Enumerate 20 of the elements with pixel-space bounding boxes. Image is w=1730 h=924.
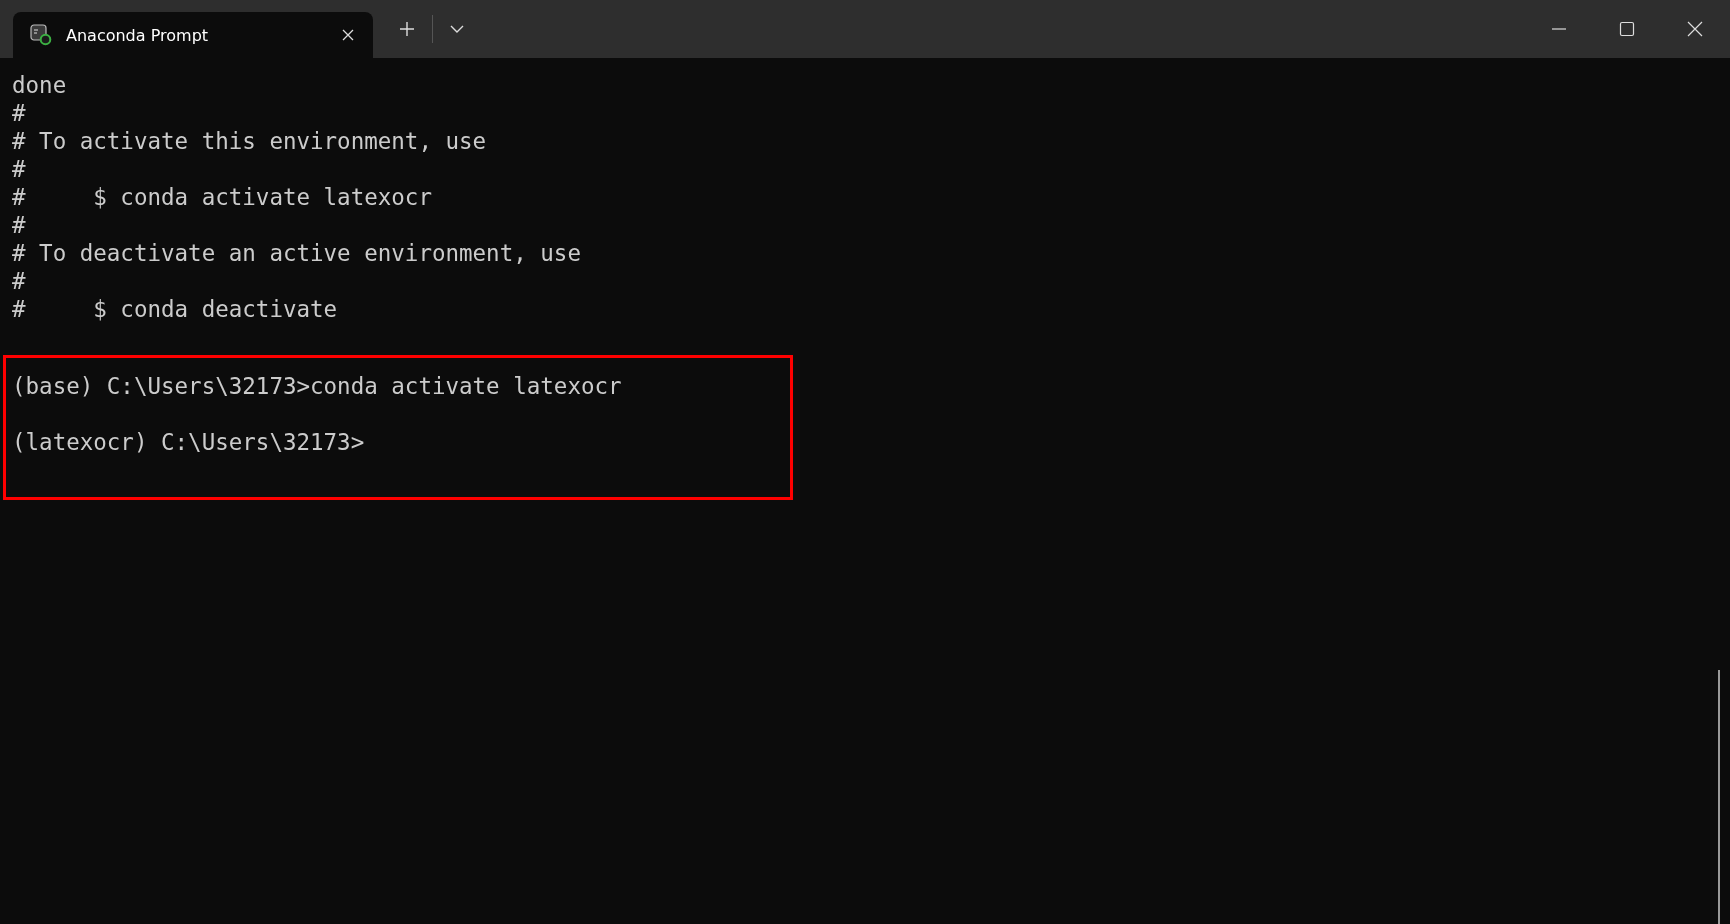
terminal-line: (latexocr) C:\Users\32173> [12, 427, 365, 456]
close-icon[interactable] [1687, 21, 1703, 37]
tab[interactable]: Anaconda Prompt [13, 12, 373, 58]
terminal-line: # [12, 211, 26, 239]
terminal-line: # [12, 155, 26, 183]
terminal-line: (base) C:\Users\32173>conda activate latexocr [12, 371, 622, 400]
terminal-line: # [12, 267, 26, 295]
maximize-icon[interactable] [1619, 21, 1635, 37]
terminal-line: done [12, 71, 67, 99]
close-tab-icon[interactable] [341, 28, 355, 42]
terminal-icon [30, 24, 52, 46]
scrollbar[interactable] [1718, 670, 1720, 924]
new-tab-icon[interactable] [399, 21, 415, 37]
terminal-line: # $ conda deactivate [12, 295, 338, 323]
terminal-line: # [12, 99, 26, 127]
terminal-line: # To activate this environment, use [12, 127, 487, 155]
terminal-line: # To deactivate an active environment, use [12, 239, 581, 267]
terminal-line: # $ conda activate latexocr [12, 183, 432, 211]
dropdown-icon[interactable] [450, 25, 464, 33]
tab-title: Anaconda Prompt [66, 25, 210, 45]
